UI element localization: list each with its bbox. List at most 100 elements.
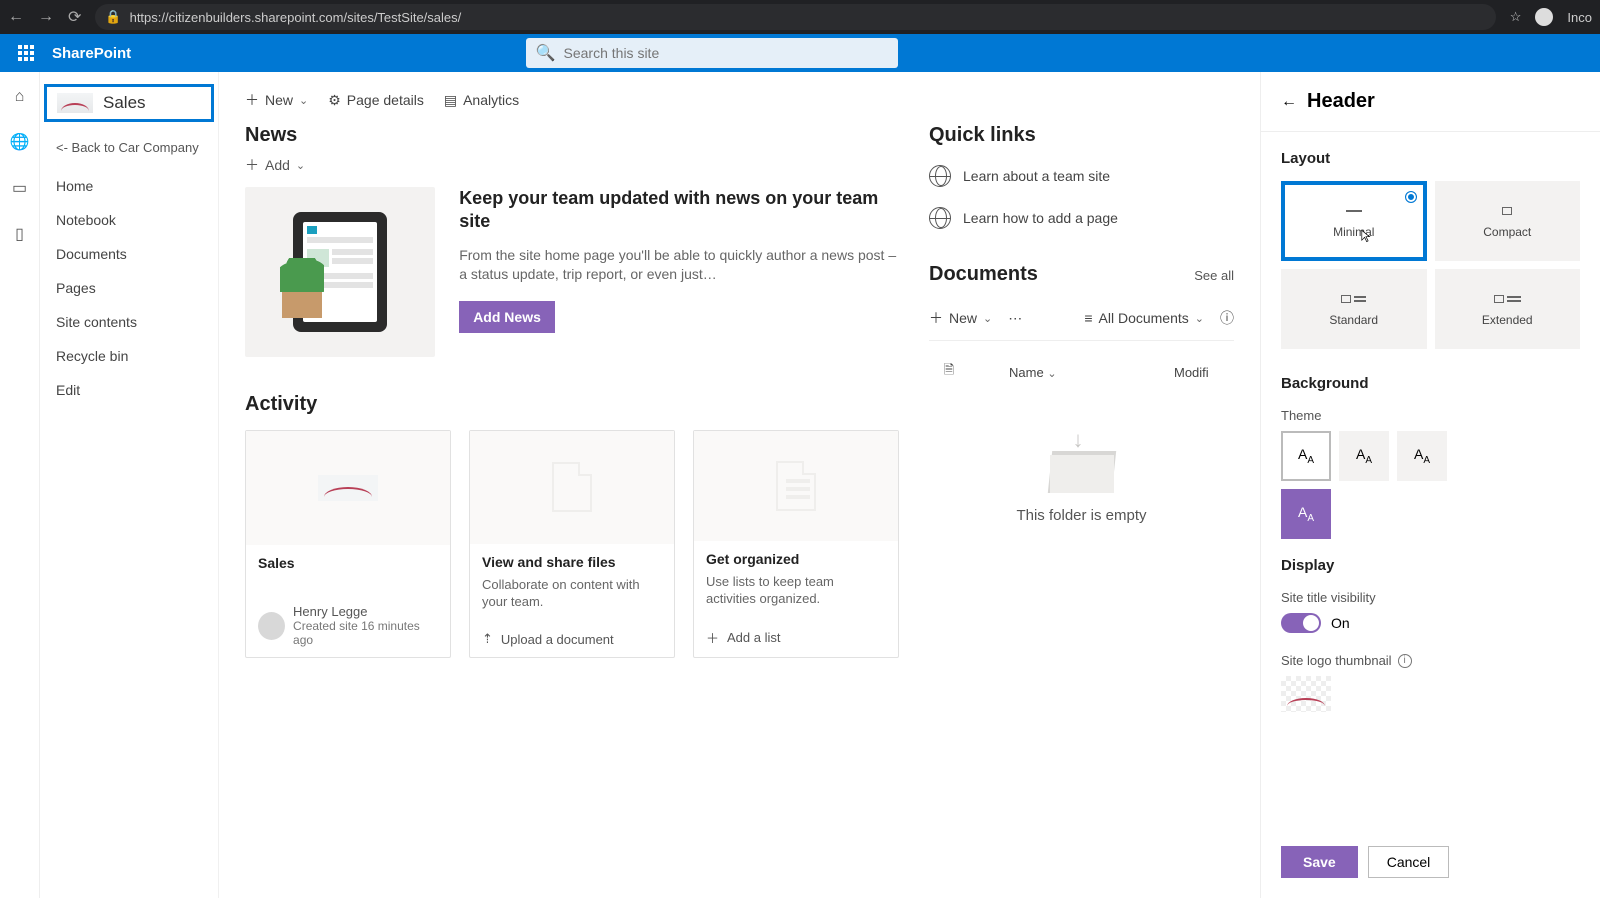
nav-recycle-bin[interactable]: Recycle bin (40, 339, 218, 373)
command-bar: ＋New⌄ ⚙Page details ▤Analytics (219, 72, 1260, 124)
layout-option-minimal[interactable]: Minimal (1281, 181, 1427, 261)
chart-icon: ▤ (444, 92, 457, 109)
new-button[interactable]: ＋New⌄ (245, 90, 308, 110)
search-box[interactable]: 🔍 (526, 38, 898, 68)
plus-icon: ＋ (706, 628, 719, 647)
plus-icon: ＋ (245, 90, 259, 110)
profile-avatar-icon[interactable] (1535, 8, 1553, 26)
theme-option-1[interactable] (1281, 431, 1331, 481)
sharepoint-brand[interactable]: SharePoint (52, 45, 131, 62)
theme-option-4[interactable] (1281, 489, 1331, 539)
panel-title: Header (1307, 90, 1375, 113)
layout-option-compact[interactable]: Compact (1435, 181, 1581, 261)
back-icon[interactable]: ← (8, 8, 24, 26)
globe-icon (929, 207, 951, 229)
search-input[interactable] (564, 45, 888, 61)
gear-icon: ⚙ (328, 92, 341, 109)
view-selector[interactable]: ≡All Documents⌄ (1084, 310, 1204, 326)
empty-folder: ↓ This folder is empty (929, 393, 1234, 564)
site-name: Sales (103, 93, 146, 113)
nav-edit[interactable]: Edit (40, 373, 218, 407)
nav-home[interactable]: Home (40, 169, 218, 203)
app-launcher-icon[interactable] (8, 45, 44, 61)
reload-icon[interactable]: ⟳ (68, 7, 81, 27)
upload-document-action[interactable]: ⇡Upload a document (470, 621, 674, 657)
card-title: Get organized (706, 551, 886, 567)
nav-pages[interactable]: Pages (40, 271, 218, 305)
page-details-button[interactable]: ⚙Page details (328, 92, 424, 109)
chevron-down-icon: ⌄ (1195, 312, 1204, 325)
column-name[interactable]: Name ⌄ (1009, 365, 1134, 380)
activity-heading: Activity (245, 393, 899, 416)
file-type-icon[interactable]: 🗎 (929, 361, 969, 383)
chevron-down-icon: ⌄ (296, 159, 305, 172)
quicklink-team-site[interactable]: Learn about a team site (929, 155, 1234, 197)
activity-card-sales[interactable]: Sales Henry Legge Created site 16 minute… (245, 430, 451, 658)
display-heading: Display (1281, 557, 1580, 574)
activity-card-files[interactable]: View and share files Collaborate on cont… (469, 430, 675, 658)
more-icon[interactable]: ⋯ (1008, 310, 1022, 327)
browser-chrome: ← → ⟳ 🔒 https://citizenbuilders.sharepoi… (0, 0, 1600, 34)
add-list-action[interactable]: ＋Add a list (694, 618, 898, 657)
site-title-toggle[interactable] (1281, 613, 1321, 633)
layout-option-extended[interactable]: Extended (1435, 269, 1581, 349)
news-icon[interactable]: ▭ (12, 178, 27, 198)
card-desc: Use lists to keep team activities organi… (706, 573, 886, 608)
app-rail: ⌂ 🌐 ▭ ▯ (0, 72, 40, 898)
radio-icon (1405, 191, 1417, 203)
site-logo-icon (318, 475, 378, 501)
background-heading: Background (1281, 375, 1580, 392)
add-news-button[interactable]: Add News (459, 301, 555, 333)
site-title-visibility-label: Site title visibility (1281, 590, 1580, 605)
analytics-button[interactable]: ▤Analytics (444, 92, 519, 109)
address-bar[interactable]: 🔒 https://citizenbuilders.sharepoint.com… (95, 4, 1495, 30)
back-arrow-icon[interactable]: ← (1281, 93, 1297, 111)
column-modified[interactable]: Modifi (1174, 365, 1234, 380)
info-icon[interactable]: ⓘ (1220, 308, 1234, 328)
quicklink-add-page[interactable]: Learn how to add a page (929, 197, 1234, 239)
site-logo-thumbnail[interactable] (1281, 676, 1331, 712)
card-title: Sales (258, 555, 438, 571)
card-desc: Collaborate on content with your team. (482, 576, 662, 611)
globe-icon[interactable]: 🌐 (10, 132, 30, 152)
forward-icon[interactable]: → (38, 8, 54, 26)
page-content: ＋New⌄ ⚙Page details ▤Analytics News ＋Add… (218, 72, 1260, 898)
news-illustration (245, 187, 435, 357)
theme-option-3[interactable] (1397, 431, 1447, 481)
nav-notebook[interactable]: Notebook (40, 203, 218, 237)
site-header-highlight[interactable]: Sales (44, 84, 214, 122)
see-all-link[interactable]: See all (1194, 268, 1234, 283)
lock-icon: 🔒 (105, 9, 121, 25)
card-author: Henry Legge (293, 604, 438, 619)
star-icon[interactable]: ☆ (1510, 9, 1522, 25)
activity-card-organized[interactable]: Get organized Use lists to keep team act… (693, 430, 899, 658)
suite-bar: SharePoint 🔍 (0, 34, 1600, 72)
nav-documents[interactable]: Documents (40, 237, 218, 271)
files-icon[interactable]: ▯ (15, 224, 24, 244)
search-icon: 🔍 (536, 43, 556, 63)
theme-heading: Theme (1281, 408, 1580, 423)
layout-option-standard[interactable]: Standard (1281, 269, 1427, 349)
card-title: View and share files (482, 554, 662, 570)
url-text: https://citizenbuilders.sharepoint.com/s… (130, 10, 462, 25)
layout-heading: Layout (1281, 150, 1580, 167)
site-logo-icon (57, 93, 93, 113)
back-to-hub-link[interactable]: <- Back to Car Company (40, 132, 218, 169)
list-icon: ≡ (1084, 310, 1092, 326)
avatar-icon (258, 612, 285, 640)
site-logo-thumbnail-label: Site logo thumbnail (1281, 653, 1392, 668)
cancel-button[interactable]: Cancel (1368, 846, 1450, 878)
save-button[interactable]: Save (1281, 846, 1358, 878)
info-icon[interactable]: i (1398, 654, 1412, 668)
header-settings-panel: ← Header Layout Minimal Compact Standard (1260, 72, 1600, 898)
chevron-down-icon: ⌄ (299, 94, 308, 107)
news-description: From the site home page you'll be able t… (459, 246, 899, 285)
home-icon[interactable]: ⌂ (15, 88, 25, 106)
left-navigation: Sales <- Back to Car Company Home Notebo… (40, 72, 218, 898)
news-add-button[interactable]: ＋Add⌄ (245, 155, 899, 175)
nav-site-contents[interactable]: Site contents (40, 305, 218, 339)
theme-option-2[interactable] (1339, 431, 1389, 481)
card-meta: Created site 16 minutes ago (293, 619, 438, 647)
plus-icon: ＋ (245, 155, 259, 175)
doc-new-button[interactable]: ＋New⌄ (929, 308, 992, 328)
